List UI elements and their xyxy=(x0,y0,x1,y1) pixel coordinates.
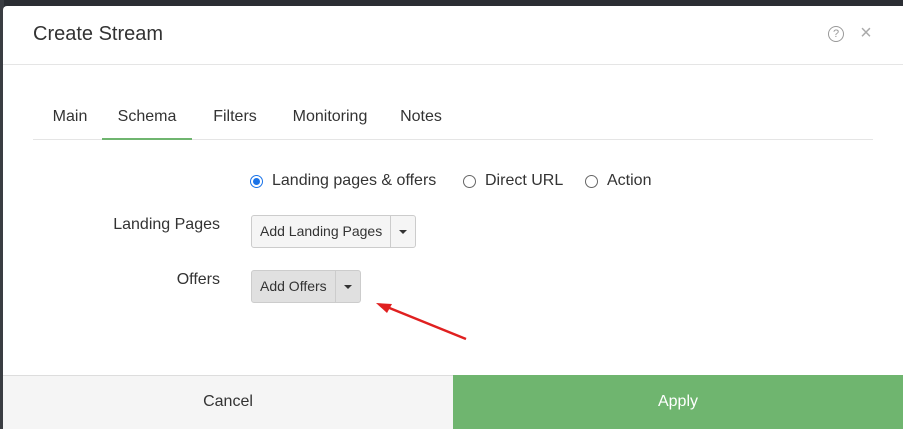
question-circle-icon[interactable]: ? xyxy=(828,26,844,42)
radio-direct-url[interactable]: Direct URL xyxy=(463,171,563,191)
add-offers-button[interactable]: Add Offers xyxy=(252,271,336,302)
radio-label: Action xyxy=(607,172,652,189)
tab-schema[interactable]: Schema xyxy=(102,98,192,140)
close-icon[interactable]: × xyxy=(858,23,874,43)
add-landing-pages-button[interactable]: Add Landing Pages xyxy=(252,216,392,247)
tab-main[interactable]: Main xyxy=(33,98,107,140)
dialog-header: Create Stream ? × xyxy=(3,6,903,65)
tab-monitoring[interactable]: Monitoring xyxy=(282,98,378,140)
chevron-down-icon[interactable] xyxy=(336,271,360,302)
add-landing-pages-dropdown: Add Landing Pages xyxy=(251,215,417,248)
apply-button[interactable]: Apply xyxy=(453,375,903,429)
dialog-footer: Cancel Apply xyxy=(3,375,903,429)
landing-pages-label: Landing Pages xyxy=(113,216,220,233)
cancel-button[interactable]: Cancel xyxy=(3,376,453,429)
radio-label: Landing pages & offers xyxy=(272,172,437,189)
radio-landing-pages-offers[interactable]: Landing pages & offers xyxy=(250,171,436,191)
radio-button[interactable] xyxy=(463,174,476,188)
tab-filters[interactable]: Filters xyxy=(202,98,268,140)
radio-action[interactable]: Action xyxy=(585,171,651,191)
radio-label: Direct URL xyxy=(485,172,564,189)
tab-bar: Main Schema Filters Monitoring Notes xyxy=(33,98,873,140)
offers-label: Offers xyxy=(176,271,220,288)
annotation-arrow-icon xyxy=(376,303,467,341)
tab-notes[interactable]: Notes xyxy=(393,98,449,140)
dialog-title: Create Stream xyxy=(33,23,164,45)
create-stream-dialog: Create Stream ? × Main Schema Filters Mo… xyxy=(3,6,903,429)
add-offers-dropdown: Add Offers xyxy=(251,270,361,303)
radio-button-selected[interactable] xyxy=(250,174,263,188)
chevron-down-icon[interactable] xyxy=(391,216,415,247)
radio-button[interactable] xyxy=(585,174,598,188)
